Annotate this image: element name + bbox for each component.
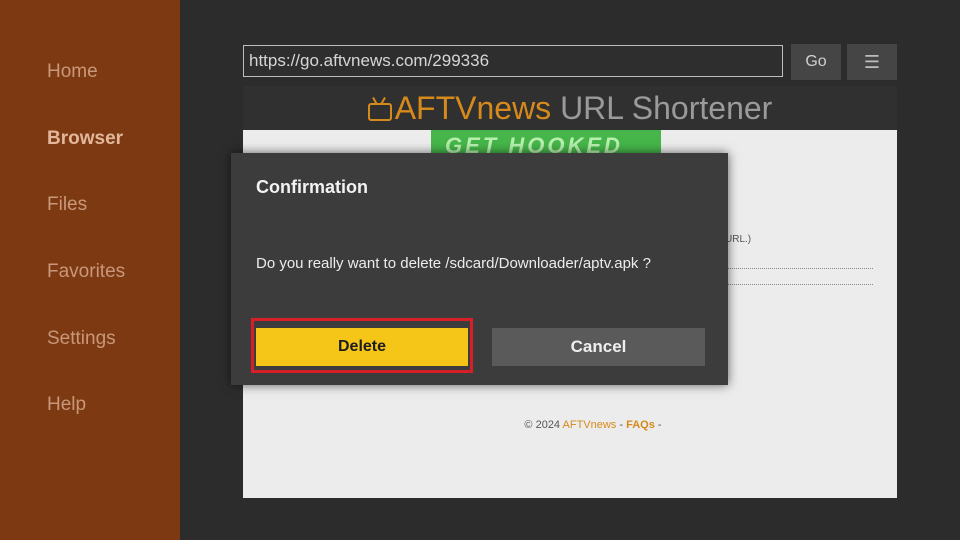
footer-link-aftvnews[interactable]: AFTVnews: [563, 419, 617, 431]
footer-separator: -: [616, 419, 627, 431]
menu-button[interactable]: ☰: [847, 44, 897, 80]
delete-button[interactable]: Delete: [256, 328, 468, 366]
sidebar-item-browser[interactable]: Browser: [47, 128, 123, 150]
site-title-text: URL Shortener: [551, 90, 773, 126]
url-input[interactable]: https://go.aftvnews.com/299336: [243, 45, 783, 77]
site-header: AFTVnews URL Shortener: [243, 86, 897, 130]
dotted-divider: [723, 284, 873, 285]
tv-icon: [367, 103, 392, 121]
sidebar-item-favorites[interactable]: Favorites: [47, 261, 125, 283]
menu-icon: ☰: [863, 52, 881, 72]
footer-copyright: © 2024: [524, 419, 563, 431]
sidebar-item-help[interactable]: Help: [47, 394, 86, 416]
dialog-message: Do you really want to delete /sdcard/Dow…: [256, 255, 651, 272]
dotted-divider: [723, 268, 873, 269]
sidebar-item-settings[interactable]: Settings: [47, 328, 116, 350]
page-hint-text: URL.): [725, 234, 752, 245]
cancel-button[interactable]: Cancel: [492, 328, 705, 366]
sidebar-item-files[interactable]: Files: [47, 194, 87, 216]
sidebar: Home Browser Files Favorites Settings He…: [0, 0, 180, 540]
page-footer: © 2024 AFTVnews - FAQs -: [243, 419, 897, 431]
footer-end: -: [654, 419, 662, 431]
footer-link-faqs[interactable]: FAQs: [626, 419, 655, 431]
sidebar-item-home[interactable]: Home: [47, 61, 98, 83]
site-logo-text: AFTVnews: [394, 90, 552, 126]
go-button[interactable]: Go: [791, 44, 841, 80]
dialog-title: Confirmation: [256, 177, 368, 197]
